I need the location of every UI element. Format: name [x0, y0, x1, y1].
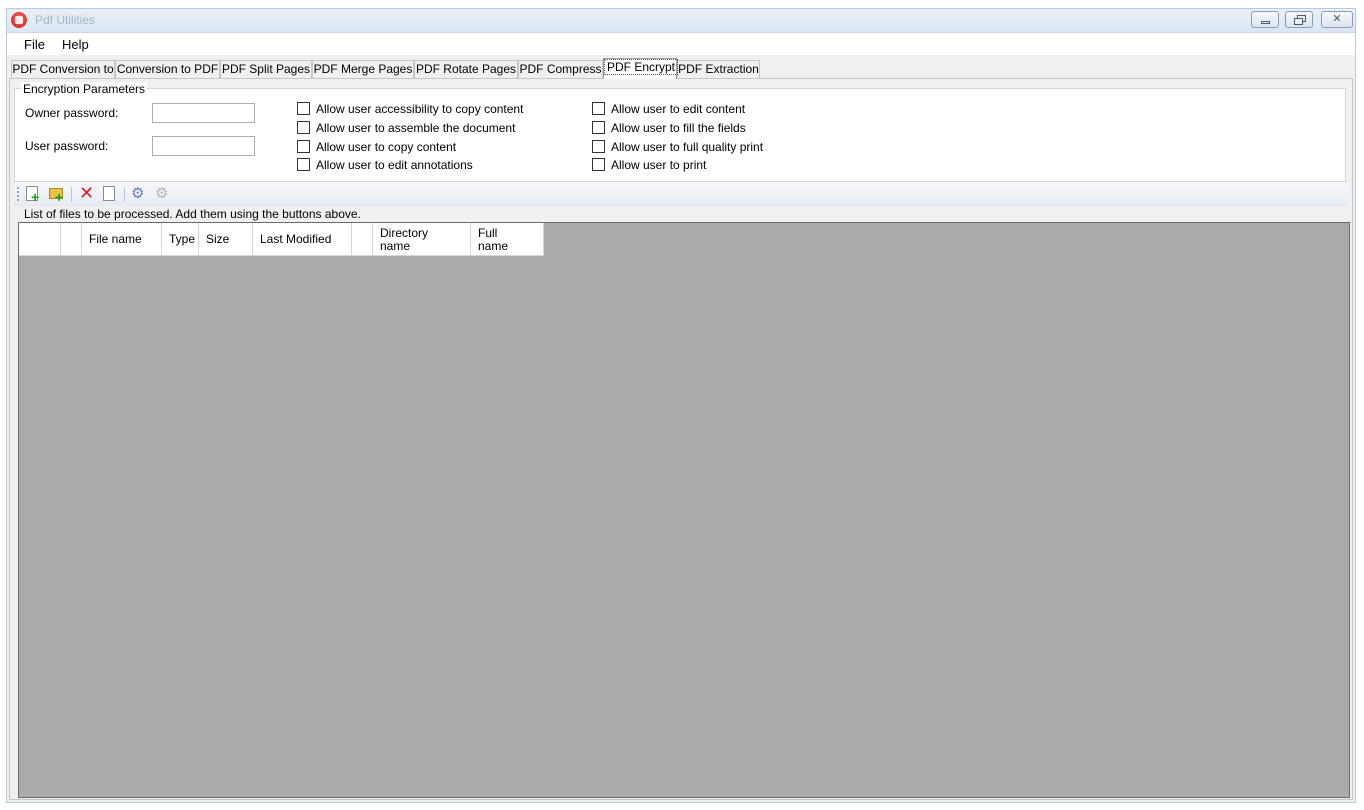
checkbox-box[interactable] [297, 158, 310, 171]
process-button[interactable]: ⚙ [130, 185, 148, 203]
add-file-button[interactable]: + [24, 185, 42, 204]
process-icon: ⚙ [131, 185, 145, 202]
window-title: Pdf Utilities [35, 13, 96, 27]
user-password-input[interactable] [152, 136, 255, 156]
toolbar-separator [124, 187, 125, 202]
restore-icon [1294, 18, 1303, 25]
checkbox-box[interactable] [592, 121, 605, 134]
delete-button[interactable]: ✕ [77, 183, 95, 203]
encryption-parameters-group: Encryption Parameters Owner password: Us… [14, 82, 1346, 182]
checkbox-edit-annotations[interactable]: Allow user to edit annotations [297, 158, 473, 174]
process-disabled-button[interactable]: ⚙ [154, 185, 172, 203]
toolbar-separator [71, 187, 72, 202]
checkbox-box[interactable] [592, 102, 605, 115]
column-header-row-selector[interactable] [19, 223, 61, 256]
checkbox-edit-content[interactable]: Allow user to edit content [592, 102, 745, 118]
menu-help[interactable]: Help [57, 36, 94, 53]
tab-pdf-encrypt[interactable]: PDF Encrypt [603, 58, 679, 79]
column-header-select[interactable] [61, 223, 82, 256]
minimize-icon [1261, 21, 1270, 24]
app-icon[interactable] [11, 12, 27, 28]
column-header-full-name[interactable]: Full name [471, 223, 544, 256]
column-header-file-name[interactable]: File name [82, 223, 162, 256]
new-document-icon [103, 186, 115, 201]
tab-pdf-extraction[interactable]: PDF Extraction [677, 60, 760, 78]
checkbox-box[interactable] [592, 158, 605, 171]
clear-list-button[interactable] [101, 185, 119, 203]
checkbox-copy-content[interactable]: Allow user to copy content [297, 140, 456, 156]
toolbar-grip[interactable] [17, 187, 19, 201]
column-header-directory-name[interactable]: Directory name [373, 223, 471, 256]
delete-icon: ✕ [79, 183, 95, 203]
column-header-size[interactable]: Size [199, 223, 253, 256]
tab-pdf-split-pages[interactable]: PDF Split Pages [220, 60, 312, 78]
app-window: Pdf Utilities ✕ File Help PDF Conversion… [6, 8, 1356, 803]
encrypt-tab-page: Encryption Parameters Owner password: Us… [9, 78, 1353, 800]
column-header-type[interactable]: Type [162, 223, 199, 256]
owner-password-input[interactable] [152, 103, 255, 123]
checkbox-box[interactable] [592, 140, 605, 153]
menu-bar: File Help [7, 33, 1355, 55]
close-button[interactable]: ✕ [1321, 11, 1353, 28]
checkbox-box[interactable] [297, 140, 310, 153]
owner-password-label: Owner password: [25, 106, 119, 120]
tab-strip: PDF Conversion to Conversion to PDF PDF … [7, 58, 1355, 79]
restore-button[interactable] [1285, 11, 1313, 28]
tab-pdf-compress[interactable]: PDF Compress [518, 60, 603, 78]
file-toolbar: + + ✕ ⚙ ⚙ [14, 183, 1350, 206]
user-password-label: User password: [25, 139, 109, 153]
tab-pdf-conversion-to[interactable]: PDF Conversion to [11, 60, 115, 78]
checkbox-fill-fields[interactable]: Allow user to fill the fields [592, 121, 746, 137]
checkbox-box[interactable] [297, 102, 310, 115]
column-header-last-modified[interactable]: Last Modified [253, 223, 352, 256]
menu-file[interactable]: File [19, 36, 50, 53]
minimize-button[interactable] [1251, 11, 1279, 28]
column-header-blank[interactable] [352, 223, 373, 256]
tab-conversion-to-pdf[interactable]: Conversion to PDF [115, 60, 220, 78]
checkbox-print[interactable]: Allow user to print [592, 158, 706, 174]
checkbox-assemble-document[interactable]: Allow user to assemble the document [297, 121, 515, 137]
checkbox-accessibility-copy[interactable]: Allow user accessibility to copy content [297, 102, 523, 118]
close-icon: ✕ [1332, 13, 1342, 25]
process-disabled-icon: ⚙ [155, 185, 169, 202]
tab-pdf-merge-pages[interactable]: PDF Merge Pages [312, 60, 414, 78]
add-folder-button[interactable]: + [48, 185, 66, 204]
tab-pdf-rotate-pages[interactable]: PDF Rotate Pages [414, 60, 518, 78]
files-grid[interactable]: File name Type Size Last Modified Direct… [18, 222, 1350, 798]
title-bar[interactable]: Pdf Utilities ✕ [7, 9, 1355, 33]
checkbox-full-quality-print[interactable]: Allow user to full quality print [592, 140, 763, 156]
checkbox-box[interactable] [297, 121, 310, 134]
files-caption: List of files to be processed. Add them … [24, 207, 361, 221]
group-title: Encryption Parameters [21, 82, 148, 96]
